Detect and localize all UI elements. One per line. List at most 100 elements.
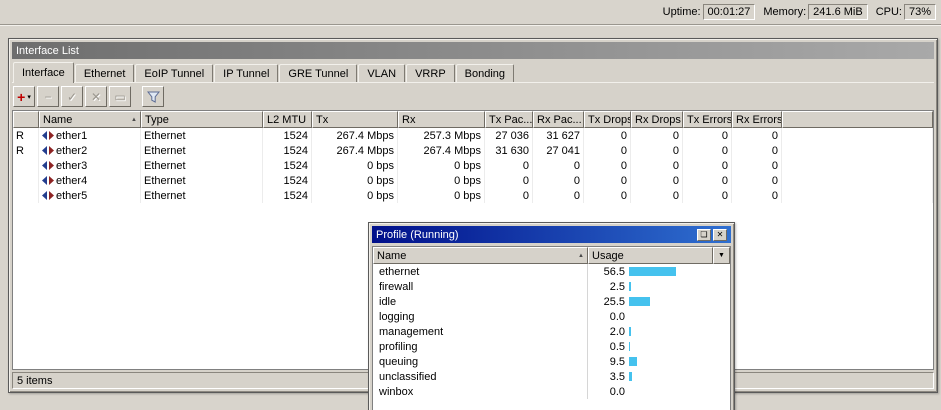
column-header-label: Rx Drops <box>635 114 681 126</box>
comment-button[interactable]: ▭ <box>109 86 131 107</box>
restore-button[interactable]: ❏ <box>697 229 711 241</box>
profile-column-header-usage[interactable]: Usage <box>588 247 713 264</box>
cell-l2mtu: 1524 <box>263 188 312 203</box>
usage-bar <box>629 357 637 366</box>
column-header-rx_packet[interactable]: Rx Pac... <box>533 111 584 128</box>
profile-titlebar[interactable]: Profile (Running) ❏ ✕ <box>372 226 731 243</box>
profile-row[interactable]: logging0.0 <box>373 309 730 324</box>
cell-tx_packet: 0 <box>485 173 533 188</box>
column-header-type[interactable]: Type <box>141 111 263 128</box>
column-header-label: L2 MTU <box>267 114 306 126</box>
usage-value: 3.5 <box>591 371 625 383</box>
table-row[interactable]: Rether1Ethernet1524267.4 Mbps257.3 Mbps2… <box>13 128 933 143</box>
cell-l2mtu: 1524 <box>263 128 312 143</box>
usage-value: 2.0 <box>591 326 625 338</box>
profile-row[interactable]: management2.0 <box>373 324 730 339</box>
memory-label: Memory: <box>763 6 806 18</box>
cell-rx: 267.4 Mbps <box>398 143 485 158</box>
table-row[interactable]: Rether2Ethernet1524267.4 Mbps267.4 Mbps3… <box>13 143 933 158</box>
column-header-flag[interactable] <box>13 111 39 128</box>
cell-tx_packet: 0 <box>485 188 533 203</box>
usage-bar <box>629 297 650 306</box>
cell-tx_errors: 0 <box>683 143 732 158</box>
cpu-label: CPU: <box>876 6 902 18</box>
column-header-label: Usage <box>592 250 624 262</box>
tab-vlan[interactable]: VLAN <box>358 64 405 82</box>
add-button[interactable]: + ▾ <box>13 86 35 107</box>
cell-tx_errors: 0 <box>683 188 732 203</box>
column-header-tx[interactable]: Tx <box>312 111 398 128</box>
profile-title: Profile (Running) <box>376 229 459 241</box>
usage-value: 9.5 <box>591 356 625 368</box>
column-header-rx[interactable]: Rx <box>398 111 485 128</box>
minus-icon: − <box>44 90 51 104</box>
profile-column-header-name[interactable]: Name▲ <box>373 247 588 264</box>
usage-value: 0.0 <box>591 311 625 323</box>
disable-button[interactable]: ✕ <box>85 86 107 107</box>
profile-usage: 25.5 <box>588 294 730 309</box>
cell-flag <box>13 173 39 188</box>
cell-flag: R <box>13 143 39 158</box>
profile-window: Profile (Running) ❏ ✕ Name▲ Usage ▼ ethern… <box>368 222 735 410</box>
profile-table-header: Name▲ Usage ▼ <box>373 247 730 264</box>
tab-vrrp[interactable]: VRRP <box>406 64 455 82</box>
tab-interface[interactable]: Interface <box>13 62 74 83</box>
profile-usage: 0.5 <box>588 339 730 354</box>
table-row[interactable]: ether3Ethernet15240 bps0 bps000000 <box>13 158 933 173</box>
cell-tx_drops: 0 <box>584 143 631 158</box>
profile-row[interactable]: winbox0.0 <box>373 384 730 399</box>
column-header-label: Name <box>377 250 406 262</box>
plus-icon: + <box>17 90 25 104</box>
profile-name: profiling <box>373 339 588 354</box>
tab-ip-tunnel[interactable]: IP Tunnel <box>214 64 278 82</box>
cell-tx_drops: 0 <box>584 173 631 188</box>
close-button[interactable]: ✕ <box>713 229 727 241</box>
cell-tx: 267.4 Mbps <box>312 128 398 143</box>
interface-name: ether3 <box>56 160 87 172</box>
profile-row[interactable]: idle25.5 <box>373 294 730 309</box>
uptime-label: Uptime: <box>663 6 701 18</box>
cpu-value: 73% <box>904 4 936 20</box>
tab-bonding[interactable]: Bonding <box>456 64 514 82</box>
memory-value: 241.6 MiB <box>808 4 868 20</box>
cell-l2mtu: 1524 <box>263 143 312 158</box>
profile-row[interactable]: firewall2.5 <box>373 279 730 294</box>
cell-type: Ethernet <box>141 143 263 158</box>
close-icon: ✕ <box>717 230 724 240</box>
interface-list-titlebar[interactable]: Interface List <box>12 42 934 59</box>
filter-button[interactable] <box>142 86 164 107</box>
chevron-down-icon: ▼ <box>718 252 725 259</box>
usage-value: 2.5 <box>591 281 625 293</box>
column-header-tx_drops[interactable]: Tx Drops <box>584 111 631 128</box>
profile-row[interactable]: unclassified3.5 <box>373 369 730 384</box>
remove-button[interactable]: − <box>37 86 59 107</box>
column-header-tx_packet[interactable]: Tx Pac... <box>485 111 533 128</box>
column-header-rx_errors[interactable]: Rx Errors <box>732 111 782 128</box>
cell-rx_errors: 0 <box>732 188 782 203</box>
column-header-l2mtu[interactable]: L2 MTU <box>263 111 312 128</box>
cell-tx_drops: 0 <box>584 128 631 143</box>
tab-ethernet[interactable]: Ethernet <box>75 64 135 82</box>
cell-name: ether4 <box>39 173 141 188</box>
profile-row[interactable]: profiling0.5 <box>373 339 730 354</box>
column-header-rx_drops[interactable]: Rx Drops <box>631 111 683 128</box>
profile-row[interactable]: queuing9.5 <box>373 354 730 369</box>
table-row[interactable]: ether4Ethernet15240 bps0 bps000000 <box>13 173 933 188</box>
profile-table-body: ethernet56.5firewall2.5idle25.5logging0.… <box>373 264 730 410</box>
column-header-label: Rx Pac... <box>537 114 582 126</box>
column-header-name[interactable]: Name▲ <box>39 111 141 128</box>
usage-value: 0.5 <box>591 341 625 353</box>
column-select-button[interactable]: ▼ <box>713 247 730 264</box>
cell-rx: 0 bps <box>398 173 485 188</box>
tab-gre-tunnel[interactable]: GRE Tunnel <box>279 64 357 82</box>
column-header-label: Tx Pac... <box>489 114 532 126</box>
cell-rx: 257.3 Mbps <box>398 128 485 143</box>
column-header-tx_errors[interactable]: Tx Errors <box>683 111 732 128</box>
interface-icon <box>42 146 54 155</box>
table-row[interactable]: ether5Ethernet15240 bps0 bps000000 <box>13 188 933 203</box>
enable-button[interactable]: ✓ <box>61 86 83 107</box>
cell-rx_drops: 0 <box>631 158 683 173</box>
profile-row[interactable]: ethernet56.5 <box>373 264 730 279</box>
tab-eoip-tunnel[interactable]: EoIP Tunnel <box>135 64 213 82</box>
comment-icon: ▭ <box>114 90 125 104</box>
